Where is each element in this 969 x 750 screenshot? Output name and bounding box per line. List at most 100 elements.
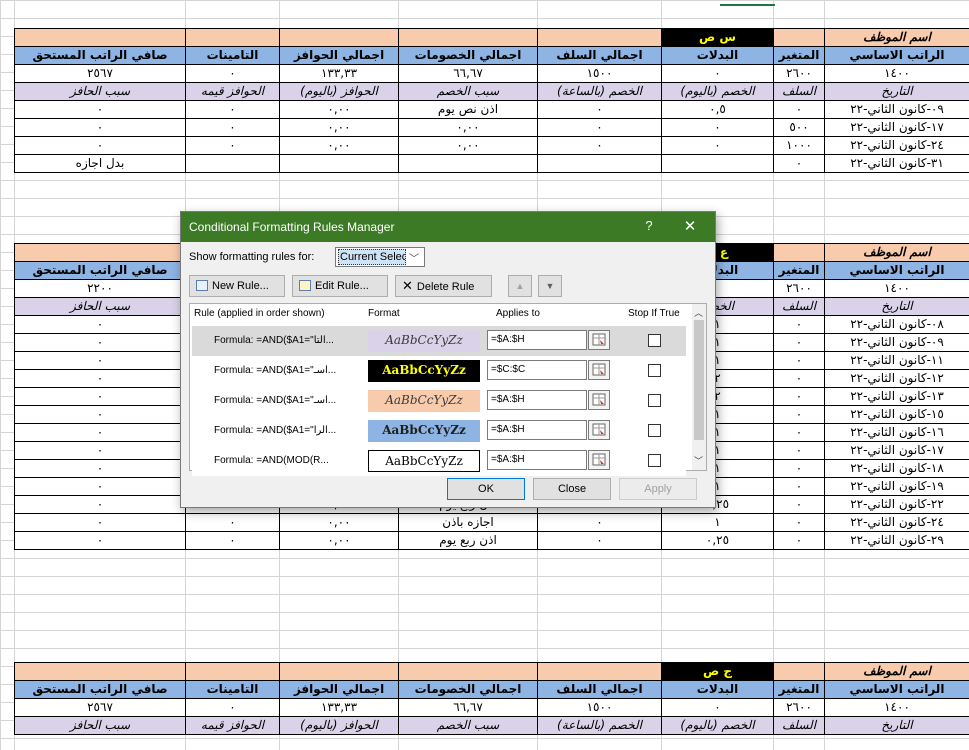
column-header[interactable]: صافي الراتب المستحق	[14, 46, 186, 65]
data-cell[interactable]: ٠	[185, 118, 280, 137]
data-cell[interactable]: ٠	[14, 387, 186, 406]
data-cell[interactable]: ٠,٠٠	[279, 513, 399, 532]
column-header[interactable]: صافي الراتب المستحق	[14, 261, 186, 280]
summary-value[interactable]: ٢٦٠٠	[773, 279, 825, 298]
close-icon[interactable]: ✕	[679, 217, 701, 235]
employee-name-cell[interactable]: س ص	[661, 28, 774, 47]
summary-value[interactable]: ٦٦,٦٧	[398, 698, 538, 717]
detail-header[interactable]: السلف	[773, 82, 825, 101]
applies-to-input[interactable]: =$A:$H	[487, 390, 587, 410]
column-header[interactable]: البدلات	[661, 46, 774, 65]
data-cell[interactable]: ٠	[537, 118, 662, 137]
data-cell[interactable]	[661, 154, 774, 173]
range-picker-icon[interactable]	[588, 420, 610, 440]
header-fill-cell[interactable]	[14, 243, 186, 262]
detail-header[interactable]: السلف	[773, 716, 825, 735]
data-cell[interactable]: ٠	[773, 459, 825, 478]
header-fill-cell[interactable]	[773, 662, 825, 681]
data-cell[interactable]: ٠٩-كانون الثاني-٢٢	[824, 100, 969, 119]
apply-button[interactable]: Apply	[619, 478, 697, 500]
dialog-title-bar[interactable]: Conditional Formatting Rules Manager ? ✕	[181, 212, 715, 242]
data-cell[interactable]: ٠,٠٠	[279, 118, 399, 137]
data-cell[interactable]: ٠	[537, 513, 662, 532]
detail-header[interactable]: التاريخ	[824, 297, 969, 316]
data-cell[interactable]: ١٨-كانون الثاني-٢٢	[824, 459, 969, 478]
summary-value[interactable]: ١٤٠٠	[824, 279, 969, 298]
data-cell[interactable]: ٢٩-كانون الثاني-٢٢	[824, 531, 969, 550]
column-header[interactable]: البدلات	[661, 680, 774, 699]
data-cell[interactable]: ٠,٢٥	[661, 531, 774, 550]
column-header[interactable]: المتغير	[773, 680, 825, 699]
data-cell[interactable]: ٠	[14, 423, 186, 442]
summary-value[interactable]: ٠	[185, 698, 280, 717]
summary-value[interactable]: ٠	[661, 64, 774, 83]
applies-to-input[interactable]: =$A:$H	[487, 420, 587, 440]
help-icon[interactable]: ?	[639, 218, 659, 233]
data-cell[interactable]: ٠	[773, 513, 825, 532]
header-fill-cell[interactable]	[14, 28, 186, 47]
rule-row[interactable]: Formula: =AND($A1="اسـ... AaBbCcYyZz =$A:$…	[192, 386, 686, 416]
header-fill-cell[interactable]	[537, 28, 662, 47]
header-fill-cell[interactable]	[398, 28, 538, 47]
detail-header[interactable]: التاريخ	[824, 716, 969, 735]
detail-header[interactable]: الحوافز قيمه	[185, 716, 280, 735]
column-header[interactable]: المتغير	[773, 261, 825, 280]
data-cell[interactable]: ٠	[14, 369, 186, 388]
summary-value[interactable]: ٦٦,٦٧	[398, 64, 538, 83]
stop-if-true-checkbox[interactable]	[648, 424, 661, 437]
rule-row[interactable]: Formula: =AND(MOD(R... AaBbCcYyZz =$A:$H	[192, 446, 686, 476]
range-picker-icon[interactable]	[588, 330, 610, 350]
data-cell[interactable]: ٠	[537, 100, 662, 119]
employee-name-label[interactable]: اسم الموظف	[824, 28, 969, 47]
data-cell[interactable]: ٠,٠٠	[279, 531, 399, 550]
data-cell[interactable]: اذن نص يوم	[398, 100, 538, 119]
data-cell[interactable]: ٠	[185, 531, 280, 550]
data-cell[interactable]: ٠	[773, 351, 825, 370]
summary-value[interactable]: ١٤٠٠	[824, 64, 969, 83]
column-header[interactable]: الراتب الاساسي	[824, 261, 969, 280]
detail-header[interactable]: سبب الحافز	[14, 297, 186, 316]
header-fill-cell[interactable]	[773, 243, 825, 262]
column-header[interactable]: اجمالي السلف	[537, 680, 662, 699]
data-cell[interactable]: ٢٤-كانون الثاني-٢٢	[824, 136, 969, 155]
data-cell[interactable]: ٠,٠٠	[279, 136, 399, 155]
data-cell[interactable]: ٢٢-كانون الثاني-٢٢	[824, 495, 969, 514]
column-header[interactable]: اجمالي السلف	[537, 46, 662, 65]
data-cell[interactable]	[537, 154, 662, 173]
data-cell[interactable]: ٠	[773, 387, 825, 406]
rules-list[interactable]: Rule (applied in order shown) Format App…	[189, 303, 707, 476]
summary-value[interactable]: ٢٥٦٧	[14, 64, 186, 83]
data-cell[interactable]: ٠,٠٠	[279, 100, 399, 119]
employee-name-cell[interactable]: ج ص	[661, 662, 774, 681]
data-cell[interactable]: ٠	[773, 369, 825, 388]
data-cell[interactable]: ٠	[773, 495, 825, 514]
column-header[interactable]: صافي الراتب المستحق	[14, 680, 186, 699]
summary-value[interactable]: ١٣٣,٣٣	[279, 64, 399, 83]
data-cell[interactable]: ١٦-كانون الثاني-٢٢	[824, 423, 969, 442]
data-cell[interactable]: ٠	[14, 136, 186, 155]
scroll-down-icon[interactable]: ﹀	[694, 454, 703, 467]
data-cell[interactable]	[279, 154, 399, 173]
detail-header[interactable]: الحوافز (باليوم)	[279, 82, 399, 101]
header-fill-cell[interactable]	[773, 28, 825, 47]
column-header[interactable]: التامينات	[185, 680, 280, 699]
data-cell[interactable]: ٠	[14, 333, 186, 352]
detail-header[interactable]: التاريخ	[824, 82, 969, 101]
data-cell[interactable]: ٠	[14, 513, 186, 532]
active-cell[interactable]	[720, 0, 775, 6]
data-cell[interactable]: ٣١-كانون الثاني-٢٢	[824, 154, 969, 173]
header-fill-cell[interactable]	[537, 662, 662, 681]
data-cell[interactable]: ٠	[14, 441, 186, 460]
data-cell[interactable]: ٠٩-كانون الثاني-٢٢	[824, 333, 969, 352]
summary-value[interactable]: ٢٢٠٠	[14, 279, 186, 298]
detail-header[interactable]: سبب الحافز	[14, 82, 186, 101]
edit-rule-button[interactable]: Edit Rule...	[292, 275, 388, 297]
summary-value[interactable]: ٢٦٠٠	[773, 698, 825, 717]
summary-value[interactable]: ١٣٣,٣٣	[279, 698, 399, 717]
rules-scrollbar[interactable]: ︿ ﹀	[692, 304, 706, 470]
summary-value[interactable]: ٢٦٠٠	[773, 64, 825, 83]
detail-header[interactable]: الخصم (بالساعة)	[537, 716, 662, 735]
data-cell[interactable]: ٠,٠٠	[398, 118, 538, 137]
data-cell[interactable]: ٠	[773, 315, 825, 334]
data-cell[interactable]: ٠	[185, 100, 280, 119]
